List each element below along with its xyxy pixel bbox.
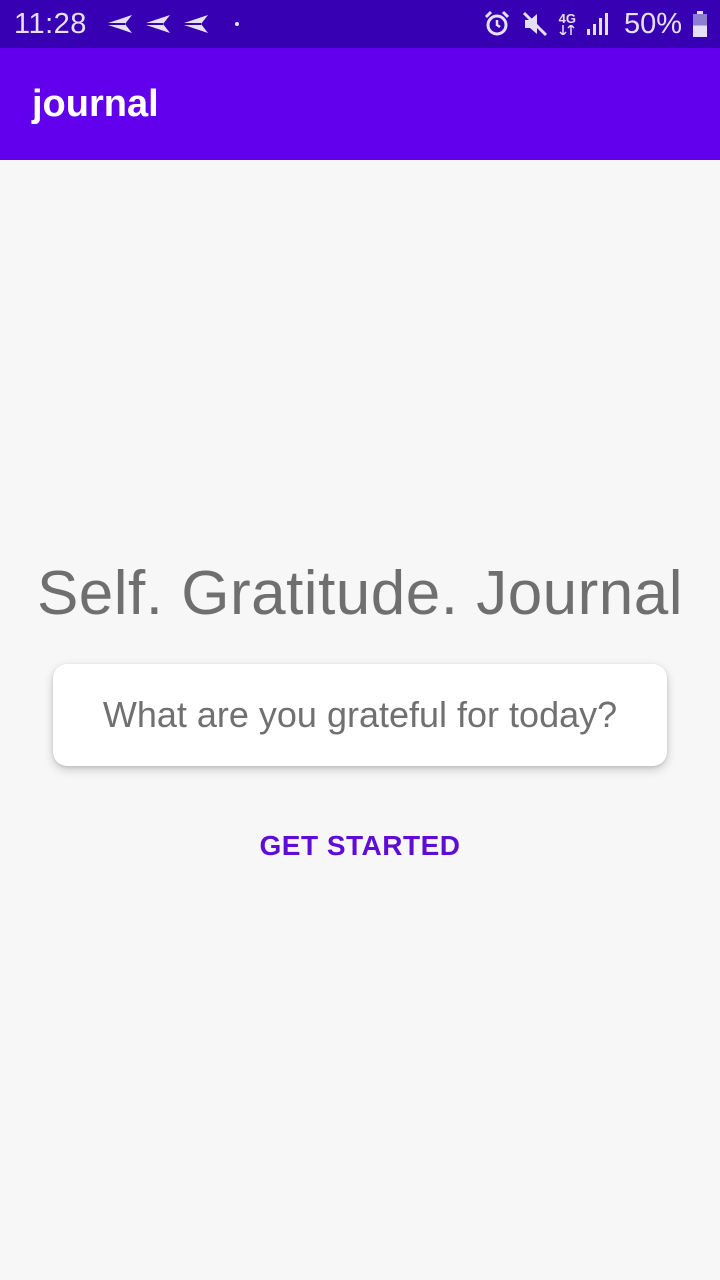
network-label: 4G	[558, 11, 576, 26]
status-time: 11:28	[14, 7, 87, 40]
signal-icon	[586, 11, 612, 37]
gratitude-prompt-card: What are you grateful for today?	[53, 664, 667, 766]
get-started-button[interactable]: GET STARTED	[230, 814, 490, 878]
status-notification-icons	[103, 13, 239, 35]
main-content: Self. Gratitude. Journal What are you gr…	[0, 160, 720, 1280]
status-system-icons: 4G 50%	[483, 8, 708, 41]
gratitude-prompt-text: What are you grateful for today?	[102, 694, 618, 735]
send-icon	[179, 13, 209, 35]
battery-icon	[692, 10, 708, 38]
mute-icon	[521, 10, 549, 38]
status-bar: 11:28 4G 50%	[0, 0, 720, 48]
send-icon	[103, 13, 133, 35]
notification-dot-icon	[234, 22, 239, 26]
network-4g-icon: 4G	[558, 11, 576, 35]
headline: Self. Gratitude. Journal	[36, 559, 684, 628]
app-bar: journal	[0, 48, 720, 160]
battery-percent: 50%	[623, 7, 682, 40]
app-title: journal	[32, 82, 159, 125]
send-icon	[141, 13, 171, 35]
alarm-icon	[483, 10, 511, 38]
